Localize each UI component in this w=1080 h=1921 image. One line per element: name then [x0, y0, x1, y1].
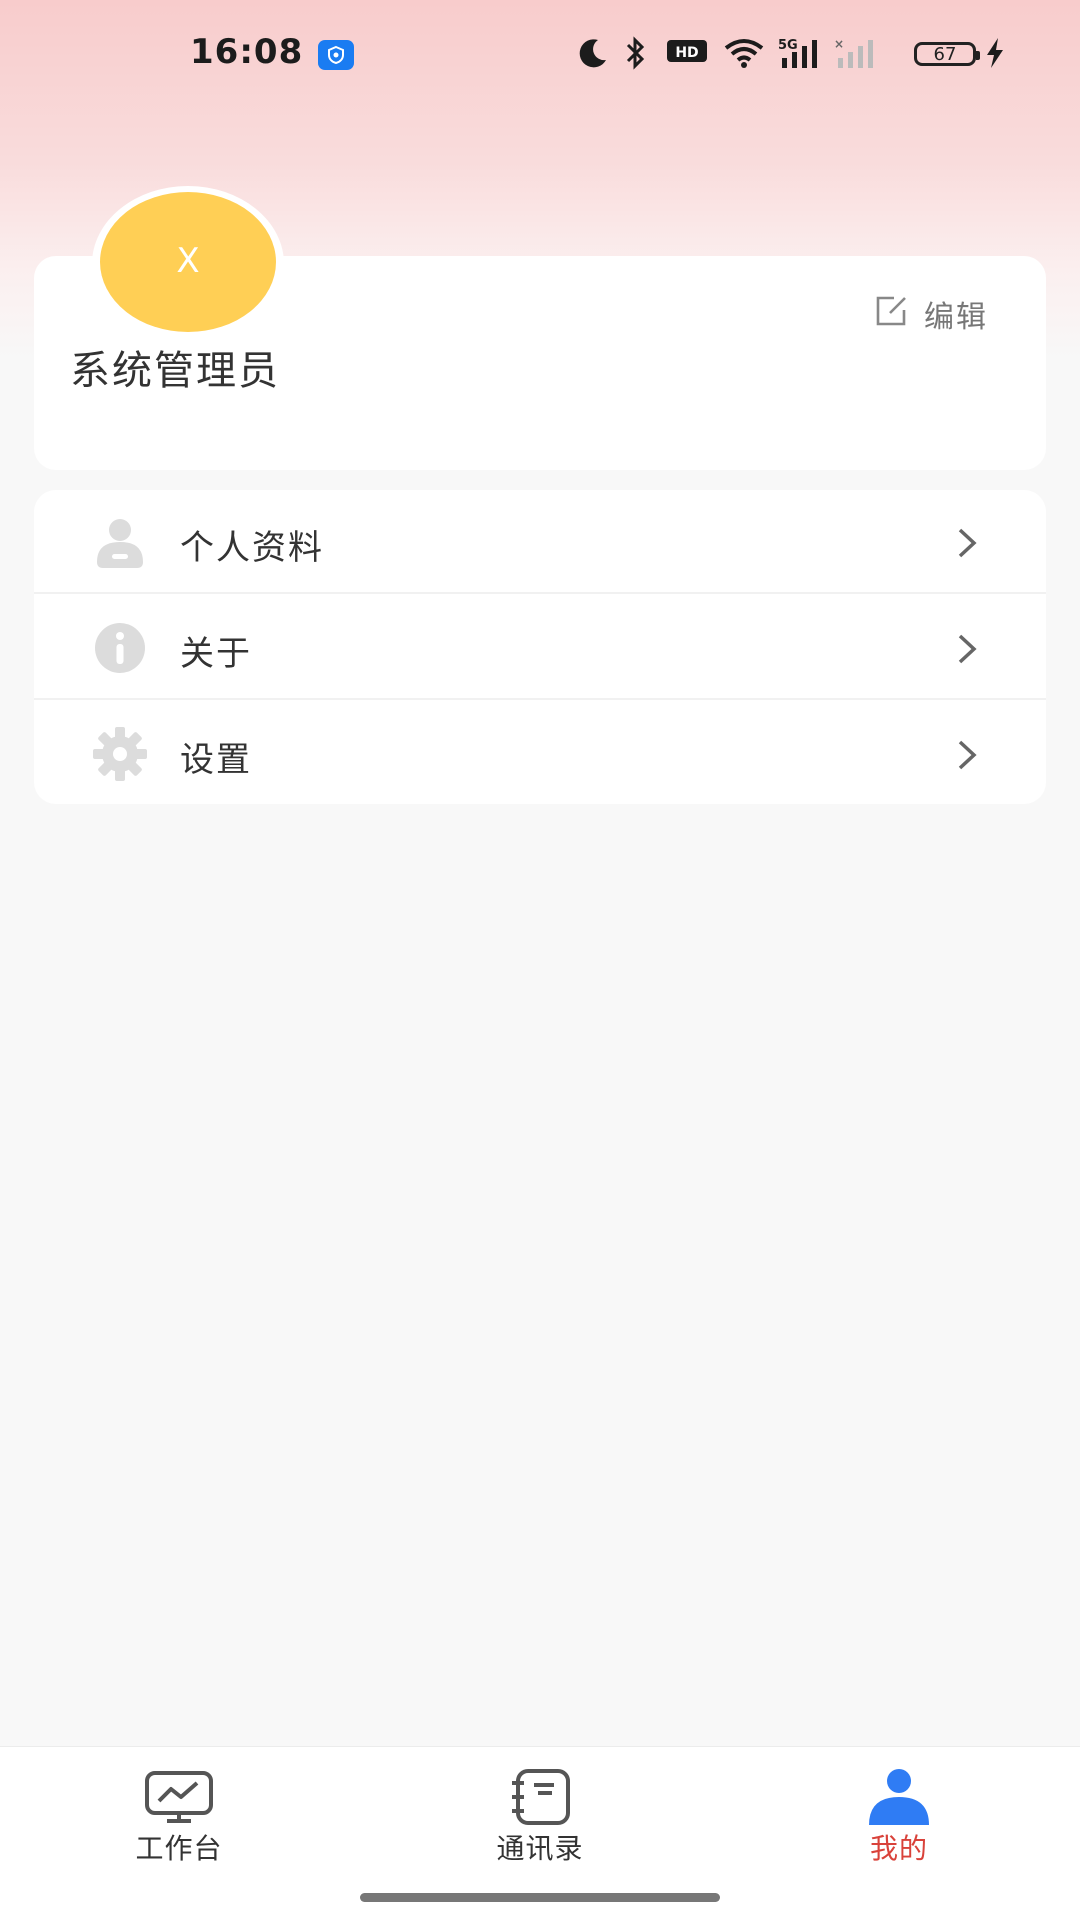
menu-item-label: 关于 [180, 634, 252, 674]
tab-mine[interactable]: 我的 [799, 1747, 999, 1867]
charging-icon [987, 38, 1003, 68]
home-indicator[interactable] [360, 1893, 720, 1902]
edit-icon [876, 296, 906, 326]
user-name: 系统管理员 [70, 348, 280, 394]
divider [34, 698, 1046, 700]
menu-item-profile[interactable]: 个人资料 [34, 490, 1046, 594]
edit-label: 编辑 [924, 300, 988, 335]
status-icons: HD 5G × 67 [576, 36, 1006, 76]
menu-item-settings[interactable]: 设置 [34, 702, 1046, 804]
person-icon [869, 1769, 929, 1825]
tab-label: 我的 [869, 1832, 928, 1865]
menu-item-label: 设置 [180, 740, 252, 780]
menu-item-label: 个人资料 [180, 528, 324, 568]
svg-text:5G: 5G [778, 38, 798, 53]
chevron-right-icon [958, 634, 977, 664]
menu-list: 个人资料 关于 设置 [34, 490, 1046, 804]
bluetooth-icon [626, 36, 645, 70]
signal-5g-icon: 5G [778, 38, 817, 68]
tab-contacts[interactable]: 通讯录 [440, 1747, 640, 1867]
tab-label: 工作台 [135, 1832, 223, 1865]
user-icon [97, 519, 143, 568]
battery-icon: 67 [914, 42, 980, 66]
divider [34, 592, 1046, 594]
avatar[interactable]: X [100, 192, 276, 332]
tab-label: 通讯录 [496, 1832, 584, 1865]
svg-text:HD: HD [675, 45, 698, 61]
info-icon [95, 623, 145, 673]
wifi-icon [724, 39, 764, 68]
chevron-right-icon [958, 740, 977, 770]
hd-icon: HD [667, 40, 707, 62]
contacts-icon [512, 1769, 570, 1825]
status-time: 16:08 [190, 32, 304, 72]
dashboard-icon [145, 1771, 213, 1823]
gear-icon [93, 727, 147, 781]
chevron-right-icon [958, 528, 977, 558]
tab-workbench[interactable]: 工作台 [79, 1747, 279, 1867]
vpn-shield-icon [318, 40, 354, 70]
signal-icon: × [834, 37, 873, 68]
status-bar: 16:08 HD 5G × 67 [0, 0, 1080, 110]
svg-text:×: × [834, 37, 844, 51]
menu-item-about[interactable]: 关于 [34, 596, 1046, 700]
moon-icon [579, 39, 606, 68]
